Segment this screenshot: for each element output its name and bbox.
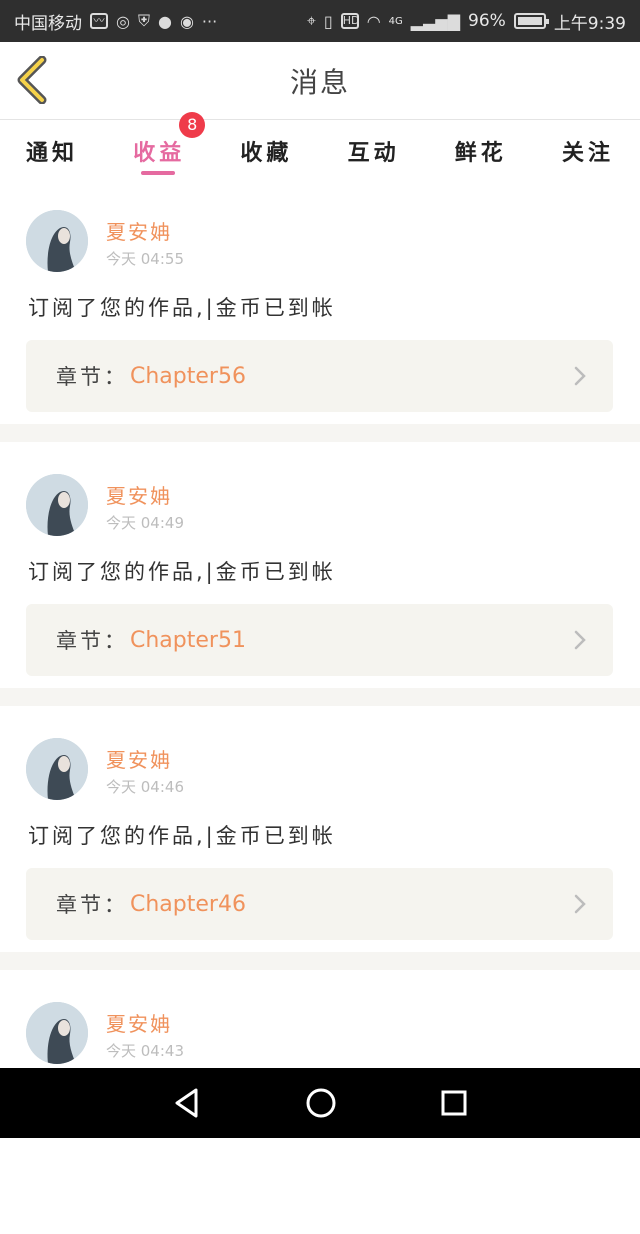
tab-label: 收藏 xyxy=(240,141,293,166)
clock: 上午9:39 xyxy=(553,13,626,34)
message-card: 夏安姌 今天 04:49 订阅了您的作品,|金币已到帐 章节： Chapter5… xyxy=(0,442,640,706)
activity-icon: 〰 xyxy=(90,13,108,29)
location-icon: ⌖ xyxy=(306,11,316,30)
vibrate-icon: ▯ xyxy=(323,11,333,31)
chapter-link[interactable]: 章节： Chapter46 xyxy=(26,868,613,940)
app-header: 消息 xyxy=(0,42,640,120)
chapter-name: Chapter46 xyxy=(130,891,246,917)
active-tab-indicator xyxy=(141,171,176,175)
shield-icon: ⛨ xyxy=(137,11,150,30)
message-time: 今天 04:43 xyxy=(106,1042,184,1060)
avatar[interactable] xyxy=(26,474,88,536)
tab-bar: 通知 收益 8 收藏 互动 鲜花 关注 xyxy=(0,112,640,177)
chevron-right-icon xyxy=(574,894,586,914)
tab-favorites[interactable]: 收藏 xyxy=(240,121,292,177)
chevron-right-icon xyxy=(574,630,586,650)
message-time: 今天 04:49 xyxy=(106,514,184,532)
sender-name[interactable]: 夏安姌 xyxy=(106,1008,172,1037)
message-card: 夏安姌 今天 04:46 订阅了您的作品,|金币已到帐 章节： Chapter4… xyxy=(0,706,640,970)
sender-name[interactable]: 夏安姌 xyxy=(106,744,172,773)
home-circle-icon[interactable] xyxy=(305,1087,337,1119)
avatar[interactable] xyxy=(26,1002,88,1064)
tab-interaction[interactable]: 互动 xyxy=(348,121,400,177)
chapter-label: 章节： xyxy=(56,629,128,653)
wifi-icon: ◠ xyxy=(366,11,381,31)
message-text: 订阅了您的作品,|金币已到帐 xyxy=(28,296,336,320)
back-triangle-icon[interactable] xyxy=(172,1087,202,1119)
battery-percent: 96% xyxy=(468,11,506,31)
chapter-label: 章节： xyxy=(56,893,128,917)
weibo-icon: ◎ xyxy=(116,11,130,31)
recents-square-icon[interactable] xyxy=(440,1089,468,1117)
message-text: 订阅了您的作品,|金币已到帐 xyxy=(28,560,336,584)
tab-label: 鲜花 xyxy=(454,141,507,166)
sender-name[interactable]: 夏安姌 xyxy=(106,216,172,245)
chapter-link[interactable]: 章节： Chapter51 xyxy=(26,604,613,676)
bulb-icon: ● xyxy=(157,11,172,31)
back-chevron-icon[interactable] xyxy=(14,56,54,104)
avatar[interactable] xyxy=(26,738,88,800)
network-label: 4G xyxy=(388,15,403,27)
tab-notice[interactable]: 通知 xyxy=(26,121,78,177)
tab-follow[interactable]: 关注 xyxy=(562,121,614,177)
weibo-icon: ◉ xyxy=(179,11,194,31)
message-text: 订阅了您的作品,|金币已到帐 xyxy=(28,824,336,848)
hd-icon: HD xyxy=(340,13,360,29)
status-bar: 中国移动 〰 ◎ ⛨ ● ◉ ··· ⌖ ▯ HD ◠ 4G ▂▃▅▇ 96% … xyxy=(0,0,640,42)
tab-flowers[interactable]: 鲜花 xyxy=(455,121,507,177)
chapter-link[interactable]: 章节： Chapter56 xyxy=(26,340,613,412)
tab-label: 收益 xyxy=(133,141,186,166)
signal-icon: ▂▃▅▇ xyxy=(410,11,461,31)
page-title: 消息 xyxy=(289,65,350,99)
message-card: 夏安姌 今天 04:55 订阅了您的作品,|金币已到帐 章节： Chapter5… xyxy=(0,178,640,442)
chevron-right-icon xyxy=(574,366,586,386)
system-nav-bar xyxy=(0,1068,640,1138)
avatar[interactable] xyxy=(26,210,88,272)
tab-label: 关注 xyxy=(561,141,614,166)
chapter-name: Chapter56 xyxy=(130,363,246,389)
sender-name[interactable]: 夏安姌 xyxy=(106,480,172,509)
message-time: 今天 04:55 xyxy=(106,250,184,268)
chapter-label: 章节： xyxy=(56,365,128,389)
tab-label: 互动 xyxy=(347,141,400,166)
chapter-name: Chapter51 xyxy=(130,627,246,653)
tab-earnings[interactable]: 收益 8 xyxy=(133,112,206,177)
more-icon: ··· xyxy=(201,11,218,31)
battery-icon xyxy=(513,13,549,29)
unread-badge: 8 xyxy=(179,112,206,138)
carrier-label: 中国移动 xyxy=(14,13,82,34)
message-time: 今天 04:46 xyxy=(106,778,184,796)
tab-label: 通知 xyxy=(26,141,79,166)
